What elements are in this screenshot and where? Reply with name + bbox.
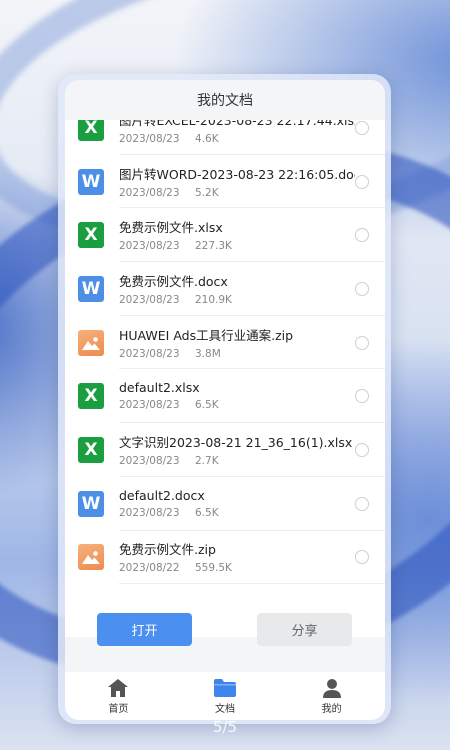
file-date: 2023/08/23 xyxy=(119,293,180,306)
excel-file-icon: X xyxy=(78,222,104,249)
file-list-item[interactable]: W 图片转WORD-2023-08-23 22:16:05.docx 2023/08… xyxy=(65,155,385,209)
file-list-item[interactable]: 免费示例文件.zip 2023/08/22 559.5K xyxy=(65,531,385,585)
file-name: 免费示例文件.xlsx xyxy=(119,220,223,236)
select-radio[interactable] xyxy=(355,442,369,457)
file-size: 6.5K xyxy=(195,399,219,412)
file-list-item[interactable]: Xdefault2.xlsx 2023/08/23 6.5K xyxy=(65,369,385,424)
file-date: 2023/08/23 xyxy=(119,506,180,519)
file-meta: 2023/08/23 4.6K xyxy=(119,133,385,145)
app-card[interactable]: 我的文档 X 图片转EXCEL-2023-08-23 22:17:44.xlsx 2… xyxy=(65,80,385,720)
action-bar: 打开 分享 xyxy=(65,613,385,673)
tab-home[interactable]: 首页 xyxy=(65,672,172,720)
file-list[interactable]: X 图片转EXCEL-2023-08-23 22:17:44.xlsx 2023/0… xyxy=(65,120,385,637)
file-list-item[interactable]: W 免费示例文件.docx 2023/08/23 210.9K xyxy=(65,262,385,316)
file-size: 559.5K xyxy=(195,562,232,575)
file-info: default2.xlsx 2023/08/23 6.5K xyxy=(119,369,385,424)
select-radio[interactable] xyxy=(355,120,369,135)
bottom-tab-bar: 首页 文档 我的 xyxy=(65,672,385,720)
tab-profile[interactable]: 我的 xyxy=(278,672,385,720)
select-radio[interactable] xyxy=(355,174,369,189)
file-name: 免费示例文件.zip xyxy=(119,542,216,558)
file-date: 2023/08/23 xyxy=(119,454,180,467)
excel-file-icon: X xyxy=(78,120,104,141)
tab-home-label: 首页 xyxy=(108,703,129,715)
tab-profile-label: 我的 xyxy=(321,703,342,715)
open-button[interactable]: 打开 xyxy=(97,613,192,646)
file-size: 5.2K xyxy=(195,186,219,199)
file-date: 2023/08/23 xyxy=(119,132,180,145)
file-info: 文字识别2023-08-21 21_36_16(1).xlsx 2023/08/2… xyxy=(119,423,385,477)
word-file-icon: W xyxy=(78,490,104,517)
share-button[interactable]: 分享 xyxy=(257,613,352,646)
file-list-item[interactable]: HUAWEI Ads工具行业通案.zip 2023/08/23 3.8M xyxy=(65,316,385,370)
profile-icon xyxy=(322,678,341,698)
file-meta: 2023/08/23 210.9K xyxy=(119,294,385,306)
file-name: default2.docx xyxy=(119,487,205,503)
file-name: 图片转WORD-2023-08-23 22:16:05.docx xyxy=(119,166,355,182)
file-name: HUAWEI Ads工具行业通案.zip xyxy=(119,327,294,343)
file-meta: 2023/08/23 3.8M xyxy=(119,348,385,360)
file-info: 免费示例文件.xlsx 2023/08/23 227.3K xyxy=(119,208,385,263)
file-size: 3.8M xyxy=(195,347,221,360)
file-list-item[interactable]: Wdefault2.docx 2023/08/23 6.5K xyxy=(65,477,385,531)
file-meta: 2023/08/22 559.5K xyxy=(119,562,385,574)
file-list-item[interactable]: X 文字识别2023-08-21 21_36_16(1).xlsx 2023/08/… xyxy=(65,423,385,477)
file-date: 2023/08/23 xyxy=(119,186,180,199)
archive-image-file-icon xyxy=(78,544,104,571)
file-size: 4.6K xyxy=(195,132,219,145)
file-list-item[interactable]: X 免费示例文件.xlsx 2023/08/23 227.3K xyxy=(65,208,385,263)
file-meta: 2023/08/23 5.2K xyxy=(119,187,385,199)
file-date: 2023/08/23 xyxy=(119,347,180,360)
file-date: 2023/08/23 xyxy=(119,240,180,253)
page-title: 我的文档 xyxy=(65,80,385,120)
word-file-icon: W xyxy=(78,275,104,302)
file-info: 图片转EXCEL-2023-08-23 22:17:44.xlsx 2023/08… xyxy=(119,120,385,155)
file-meta: 2023/08/23 2.7K xyxy=(119,455,385,467)
select-radio[interactable] xyxy=(355,281,369,296)
file-size: 210.9K xyxy=(195,293,232,306)
file-info: 图片转WORD-2023-08-23 22:16:05.docx 2023/08/… xyxy=(119,155,385,209)
word-file-icon: W xyxy=(78,168,104,195)
file-size: 2.7K xyxy=(195,454,219,467)
file-info: 免费示例文件.docx 2023/08/23 210.9K xyxy=(119,262,385,316)
folder-icon xyxy=(214,678,236,697)
file-date: 2023/08/23 xyxy=(119,399,180,412)
file-info: default2.docx 2023/08/23 6.5K xyxy=(119,477,385,531)
file-meta: 2023/08/23 6.5K xyxy=(119,399,385,411)
home-icon xyxy=(108,678,129,697)
file-name: 图片转EXCEL-2023-08-23 22:17:44.xlsx xyxy=(119,120,355,128)
select-radio[interactable] xyxy=(355,496,369,511)
file-name: 文字识别2023-08-21 21_36_16(1).xlsx xyxy=(119,434,353,450)
page-indicator: 5/5 xyxy=(212,718,238,736)
file-meta: 2023/08/23 227.3K xyxy=(119,240,385,252)
file-info: 免费示例文件.zip 2023/08/22 559.5K xyxy=(119,531,385,585)
file-list-item[interactable]: X 图片转EXCEL-2023-08-23 22:17:44.xlsx 2023/0… xyxy=(65,120,385,155)
tab-documents-label: 文档 xyxy=(215,703,235,715)
archive-image-file-icon xyxy=(78,329,104,356)
excel-file-icon: X xyxy=(78,436,104,463)
file-date: 2023/08/22 xyxy=(119,562,180,575)
file-info: HUAWEI Ads工具行业通案.zip 2023/08/23 3.8M xyxy=(119,316,385,370)
select-radio[interactable] xyxy=(355,335,369,350)
file-name: 免费示例文件.docx xyxy=(119,273,228,289)
file-size: 227.3K xyxy=(195,240,232,253)
file-name: default2.xlsx xyxy=(119,380,200,396)
file-size: 6.5K xyxy=(195,506,219,519)
tab-documents[interactable]: 文档 xyxy=(172,672,279,720)
excel-file-icon: X xyxy=(78,383,104,410)
file-meta: 2023/08/23 6.5K xyxy=(119,507,385,519)
